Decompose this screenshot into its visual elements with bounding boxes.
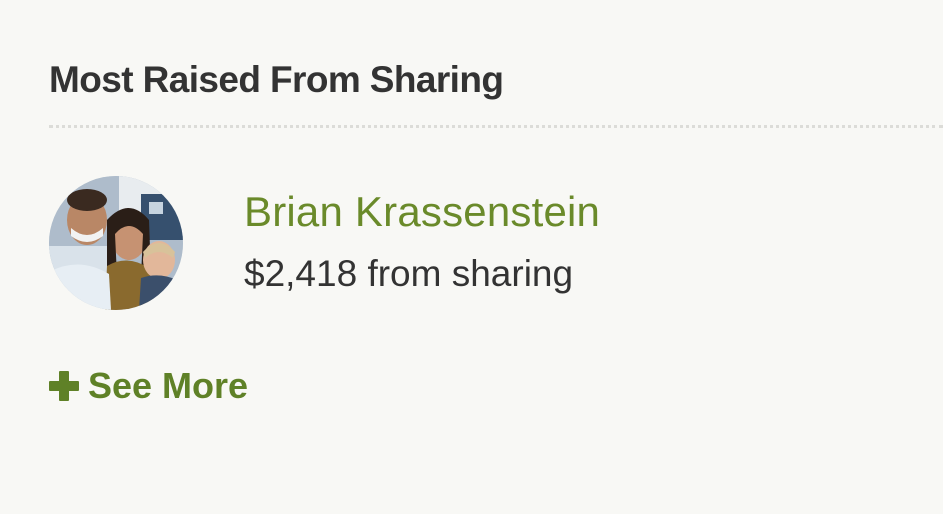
most-raised-from-sharing-section: Most Raised From Sharing Brian Krassenst…	[0, 0, 943, 514]
sharer-amount-line: $2,418 from sharing	[244, 250, 573, 298]
family-photo-avatar-icon	[49, 176, 183, 310]
dotted-divider	[49, 125, 943, 128]
see-more-button[interactable]: See More	[49, 362, 248, 410]
avatar[interactable]	[49, 176, 183, 310]
sharer-list-item: Brian Krassenstein $2,418 from sharing	[49, 176, 909, 312]
sharer-name-link[interactable]: Brian Krassenstein	[244, 186, 600, 238]
section-title: Most Raised From Sharing	[49, 59, 504, 100]
see-more-label: See More	[88, 365, 249, 406]
plus-icon	[49, 371, 79, 401]
sharer-amount-suffix: from sharing	[367, 253, 574, 294]
sharer-amount: $2,418	[244, 253, 358, 294]
